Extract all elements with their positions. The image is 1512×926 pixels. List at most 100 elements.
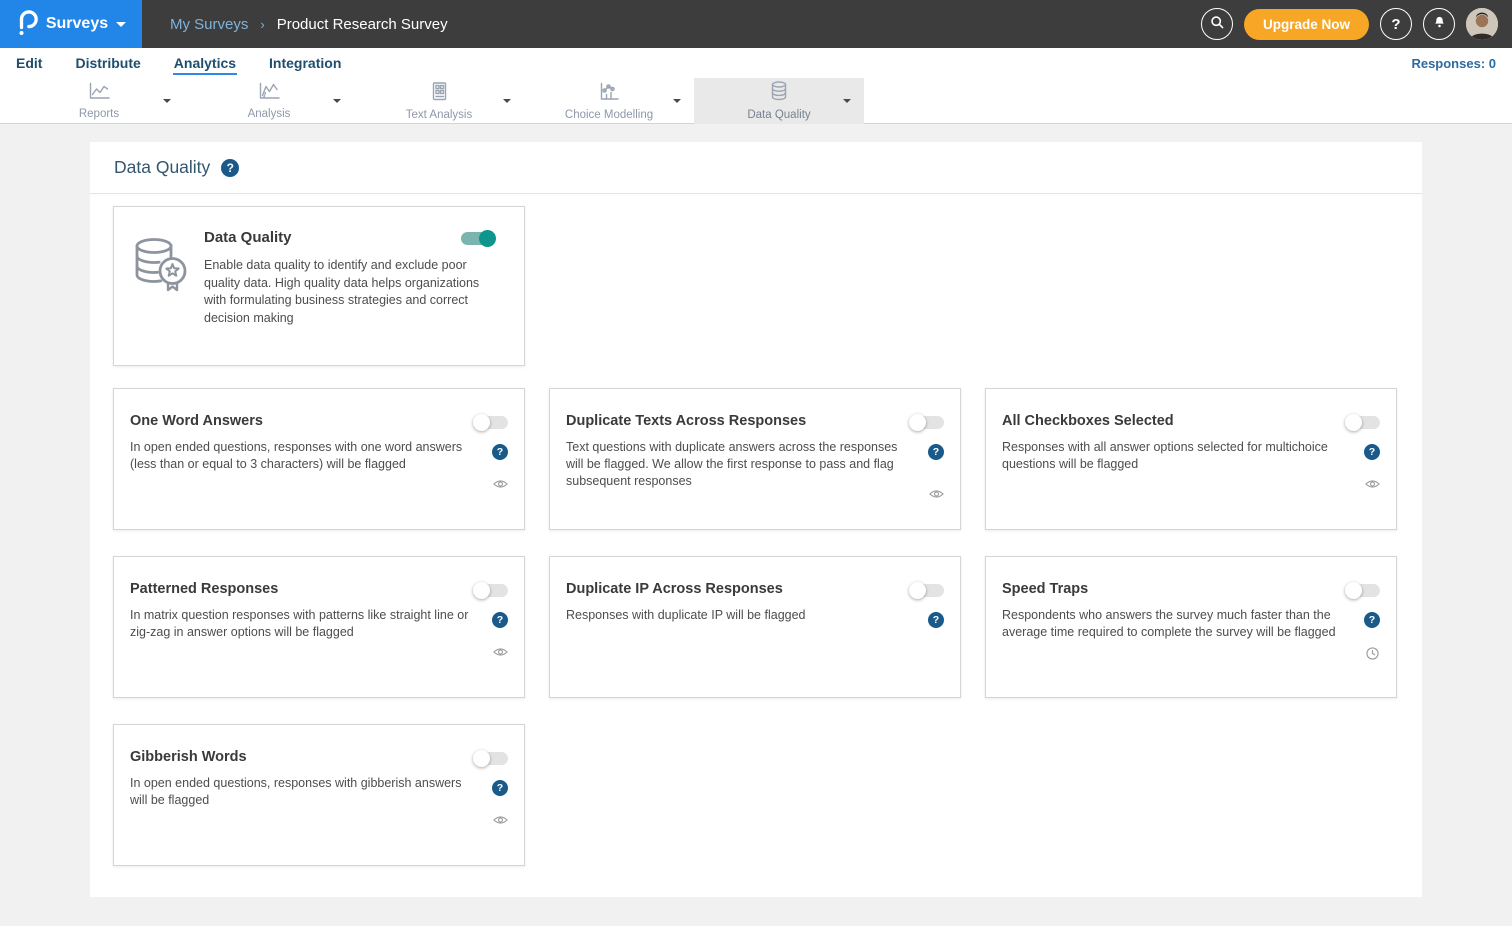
card-description: Responses with all answer options select… [1002, 439, 1350, 473]
page-help-icon[interactable]: ? [221, 159, 239, 177]
document-grid-icon [430, 82, 448, 106]
toggle-knob [473, 750, 490, 767]
card-title: Duplicate Texts Across Responses [566, 413, 940, 429]
breadcrumb-survey-title: Product Research Survey [277, 16, 448, 33]
data-quality-toggle[interactable] [461, 232, 494, 245]
master-card-description: Enable data quality to identify and excl… [204, 257, 488, 327]
toggle-knob [479, 230, 496, 247]
analytics-toolbar: Reports Analysis Text Analysis [0, 78, 1512, 124]
tab-label: Reports [79, 108, 119, 120]
help-icon[interactable]: ? [492, 612, 508, 628]
card-description: Responses with duplicate IP will be flag… [566, 607, 914, 624]
tab-label: Choice Modelling [565, 109, 653, 121]
tab-label: Data Quality [747, 109, 810, 121]
help-icon[interactable]: ? [928, 444, 944, 460]
line-chart-icon [88, 82, 110, 105]
all-checkboxes-toggle[interactable] [1347, 416, 1380, 429]
help-icon[interactable]: ? [492, 444, 508, 460]
card-patterned-responses: Patterned Responses In matrix question r… [113, 556, 525, 698]
preview-eye-icon[interactable] [493, 479, 508, 489]
patterned-responses-toggle[interactable] [475, 584, 508, 597]
area-chart-icon [258, 82, 280, 105]
tab-text-analysis[interactable]: Text Analysis [354, 78, 524, 124]
nav-item-edit[interactable]: Edit [15, 51, 43, 75]
nav-item-distribute[interactable]: Distribute [74, 51, 141, 75]
card-title: One Word Answers [130, 413, 504, 429]
help-icon[interactable]: ? [928, 612, 944, 628]
nav-item-analytics[interactable]: Analytics [173, 51, 237, 75]
speed-traps-toggle[interactable] [1347, 584, 1380, 597]
tab-analysis[interactable]: Analysis [184, 78, 354, 124]
preview-eye-icon[interactable] [929, 489, 944, 499]
breadcrumb: My Surveys › Product Research Survey [170, 16, 448, 33]
toggle-knob [1345, 414, 1362, 431]
toggle-knob [473, 582, 490, 599]
help-icon[interactable]: ? [1364, 444, 1380, 460]
data-quality-master-card: Data Quality Enable data quality to iden… [113, 206, 525, 366]
search-button[interactable] [1201, 8, 1233, 40]
card-duplicate-texts: Duplicate Texts Across Responses Text qu… [549, 388, 961, 530]
chevron-down-icon[interactable] [843, 99, 851, 107]
card-title: All Checkboxes Selected [1002, 413, 1376, 429]
question-mark-icon: ? [1391, 16, 1400, 33]
toggle-knob [1345, 582, 1362, 599]
scatter-chart-icon [598, 82, 620, 106]
master-card-title: Data Quality [204, 229, 504, 246]
card-description: Respondents who answers the survey much … [1002, 607, 1350, 641]
help-icon[interactable]: ? [492, 780, 508, 796]
questionpro-logo-icon [16, 7, 38, 42]
brand-logo[interactable]: Surveys [0, 0, 142, 48]
nav-item-integration[interactable]: Integration [268, 51, 342, 75]
product-switcher-label: Surveys [46, 15, 108, 33]
responses-count: Responses: 0 [1411, 56, 1496, 71]
feature-cards-grid: One Word Answers In open ended questions… [113, 388, 1422, 866]
panel-header: Data Quality ? [90, 142, 1422, 194]
card-speed-traps: Speed Traps Respondents who answers the … [985, 556, 1397, 698]
card-title: Gibberish Words [130, 749, 504, 765]
duplicate-ip-toggle[interactable] [911, 584, 944, 597]
toggle-knob [909, 582, 926, 599]
gibberish-words-toggle[interactable] [475, 752, 508, 765]
breadcrumb-my-surveys[interactable]: My Surveys [170, 16, 248, 33]
chevron-down-icon[interactable] [163, 99, 171, 107]
user-avatar[interactable] [1466, 8, 1498, 40]
chevron-down-icon[interactable] [673, 99, 681, 107]
preview-eye-icon[interactable] [493, 815, 508, 825]
one-word-answers-toggle[interactable] [475, 416, 508, 429]
tab-label: Analysis [248, 108, 291, 120]
duplicate-texts-toggle[interactable] [911, 416, 944, 429]
card-duplicate-ip: Duplicate IP Across Responses Responses … [549, 556, 961, 698]
card-title: Patterned Responses [130, 581, 504, 597]
notifications-button[interactable] [1423, 8, 1455, 40]
topbar-actions: Upgrade Now ? [1201, 8, 1498, 40]
chevron-down-icon[interactable] [503, 99, 511, 107]
chevron-down-icon [116, 22, 126, 32]
database-icon [770, 81, 788, 106]
bell-icon [1432, 15, 1447, 34]
toggle-knob [909, 414, 926, 431]
card-description: In open ended questions, responses with … [130, 775, 478, 809]
card-description: Text questions with duplicate answers ac… [566, 439, 914, 490]
tab-reports[interactable]: Reports [14, 78, 184, 124]
card-one-word-answers: One Word Answers In open ended questions… [113, 388, 525, 530]
tab-data-quality[interactable]: Data Quality [694, 78, 864, 124]
search-icon [1209, 14, 1225, 34]
breadcrumb-separator: › [260, 17, 264, 32]
tab-choice-modelling[interactable]: Choice Modelling [524, 78, 694, 124]
top-bar: Surveys My Surveys › Product Research Su… [0, 0, 1512, 48]
help-button[interactable]: ? [1380, 8, 1412, 40]
timer-clock-icon[interactable] [1366, 647, 1379, 660]
card-gibberish-words: Gibberish Words In open ended questions,… [113, 724, 525, 866]
card-description: In open ended questions, responses with … [130, 439, 478, 473]
data-quality-panel: Data Quality ? Data Quality [90, 142, 1422, 897]
chevron-down-icon[interactable] [333, 99, 341, 107]
card-all-checkboxes-selected: All Checkboxes Selected Responses with a… [985, 388, 1397, 530]
preview-eye-icon[interactable] [1365, 479, 1380, 489]
tab-label: Text Analysis [406, 109, 472, 121]
card-description: In matrix question responses with patter… [130, 607, 478, 641]
preview-eye-icon[interactable] [493, 647, 508, 657]
help-icon[interactable]: ? [1364, 612, 1380, 628]
upgrade-now-button[interactable]: Upgrade Now [1244, 9, 1369, 40]
toggle-knob [473, 414, 490, 431]
data-quality-badge-icon [128, 229, 204, 349]
